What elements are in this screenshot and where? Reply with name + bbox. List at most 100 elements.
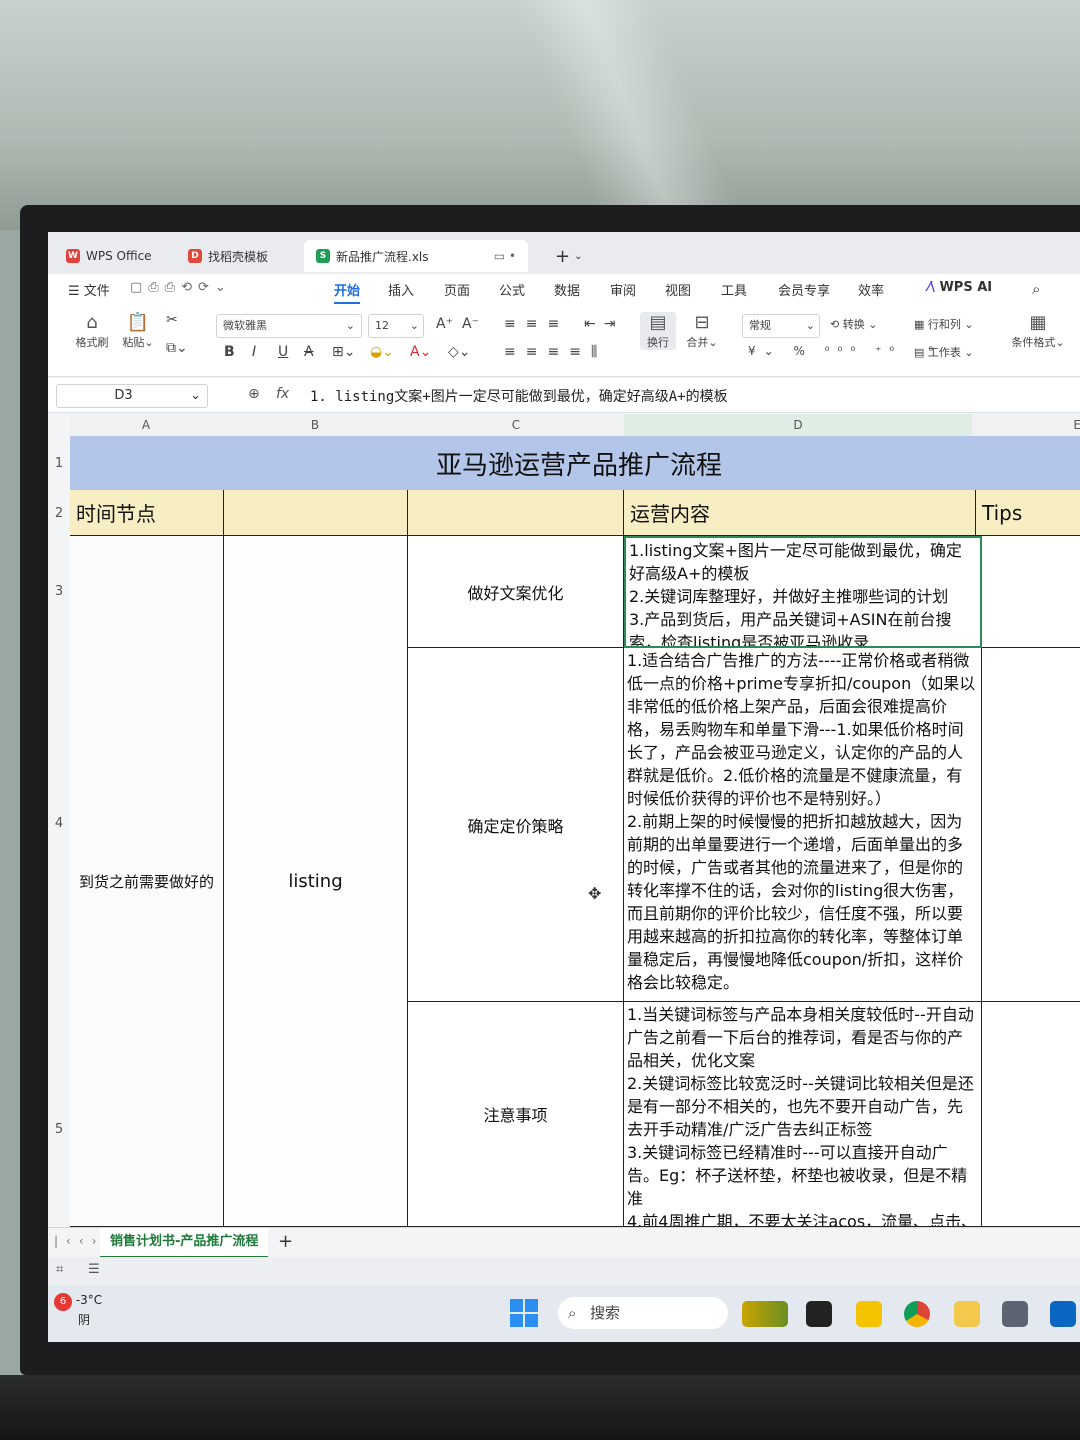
header-cell-c[interactable] — [408, 490, 624, 536]
font-name-select[interactable]: 微软雅黑 ⌄ — [216, 314, 362, 338]
column-header-d[interactable]: D — [624, 414, 973, 438]
menu-wps-ai[interactable]: ⁄\ WPS AI — [928, 280, 992, 295]
tab-spreadsheet[interactable]: S 新品推广流程.xls ▭ • — [304, 240, 528, 272]
column-header-b[interactable]: B — [222, 414, 409, 436]
header-cell-content[interactable]: 运营内容 — [624, 490, 976, 536]
search-icon[interactable]: ⌕ — [1032, 280, 1040, 298]
outline-icon[interactable]: ☰ — [88, 1262, 100, 1277]
row-header-4[interactable]: 4 — [48, 816, 70, 831]
indent-icons[interactable]: ⇤⇥ — [584, 316, 623, 332]
merged-cell-listing[interactable]: listing — [224, 536, 408, 1227]
header-cell-b[interactable] — [224, 490, 408, 536]
column-header-a[interactable]: A — [70, 414, 223, 436]
name-box[interactable]: D3 ⌄ — [56, 384, 208, 408]
number-format-select[interactable]: 常规 ⌄ — [742, 314, 820, 338]
function-icon[interactable]: fx — [276, 386, 289, 402]
border-icon[interactable]: ⊞⌄ — [332, 344, 355, 360]
paste-button[interactable]: 📋 粘贴⌄ — [118, 312, 158, 350]
tab-wps-office[interactable]: W WPS Office — [54, 240, 164, 272]
format-painter-button[interactable]: ⌂ 格式刷 — [72, 312, 112, 350]
cell-e5[interactable] — [982, 1002, 1080, 1227]
menu-home[interactable]: 开始 — [334, 280, 361, 304]
cell-d3-selected[interactable]: 1.listing文案+图片一定尽可能做到最优，确定好高级A+的模板 2.关键词… — [624, 536, 982, 648]
font-grow-icon[interactable]: A⁺ — [436, 316, 453, 332]
copy-icon[interactable]: ⧉⌄ — [166, 340, 188, 356]
outlook-icon[interactable] — [1050, 1301, 1076, 1327]
vertical-align-icons[interactable]: ≡≡≡ — [504, 316, 569, 332]
header-cell-time[interactable]: 时间节点 — [70, 490, 224, 536]
menu-bar: ☰ 文件 ▢⎙⎙⟲⟳⌄ 开始 插入 页面 公式 数据 审阅 视图 工具 会员专享… — [48, 274, 1080, 304]
cell-c4[interactable]: 确定定价策略 — [408, 648, 624, 1002]
menu-tools[interactable]: 工具 — [721, 280, 747, 299]
font-color-icon[interactable]: A⌄ — [410, 344, 431, 360]
column-header-c[interactable]: C — [408, 414, 625, 436]
weather-widget[interactable]: 6 -3°C 阴 — [54, 1293, 102, 1328]
underline-icon[interactable]: U — [278, 344, 288, 360]
italic-icon[interactable]: I — [252, 344, 256, 360]
menu-formula[interactable]: 公式 — [499, 280, 525, 299]
formula-input[interactable]: 1. listing文案+图片一定尽可能做到最优，确定好高级A+的模板 — [310, 386, 728, 406]
desk-surface — [0, 1375, 1080, 1440]
column-header-e[interactable]: E — [972, 414, 1080, 436]
formula-bar: D3 ⌄ ⊕ fx 1. listing文案+图片一定尽可能做到最优，确定好高级A… — [48, 378, 1080, 413]
clear-format-icon[interactable]: ◇⌄ — [448, 344, 471, 360]
sheet-tab-bar: |‹‹››| 销售计划书-产品推广流程 + — [48, 1227, 1080, 1258]
zoom-icon[interactable]: ⊕ — [248, 386, 260, 402]
row-header-5[interactable]: 5 — [48, 1122, 70, 1137]
tab-menu-icon[interactable]: ▭ • — [494, 249, 516, 263]
fill-color-icon[interactable]: ◒⌄ — [370, 344, 394, 360]
strikethrough-icon[interactable]: A — [304, 344, 314, 360]
file-explorer-dark-icon[interactable] — [806, 1301, 832, 1327]
content-line: 1.适合结合广告推广的方法----正常价格或者稍微低一点的价格+prime专享折… — [627, 651, 976, 808]
taskbar-search[interactable]: ⌕ 搜索 — [558, 1297, 728, 1329]
hamburger-icon: ☰ — [68, 284, 84, 299]
menu-page[interactable]: 页面 — [444, 280, 470, 299]
calculator-icon[interactable] — [1002, 1301, 1028, 1327]
sheet-tab-active[interactable]: 销售计划书-产品推广流程 — [100, 1228, 269, 1258]
new-tab-button[interactable]: + ⌄ — [543, 240, 594, 272]
number-format-icons[interactable]: ¥⌄ % ⁰⁰⁰ ⁺⁰ ⁻⁰ — [748, 344, 941, 358]
macro-icon[interactable]: ⌗ — [56, 1262, 63, 1277]
row-header-1[interactable]: 1 — [48, 456, 70, 471]
font-shrink-icon[interactable]: A⁻ — [462, 316, 479, 332]
font-size-select[interactable]: 12 ⌄ — [368, 314, 424, 338]
merge-button[interactable]: ⊟ 合并⌄ — [682, 312, 722, 350]
search-icon: ⌕ — [568, 1304, 577, 1322]
menu-data[interactable]: 数据 — [554, 280, 580, 299]
convert-button[interactable]: ⟲ 转换 ⌄ — [830, 316, 877, 332]
menu-insert[interactable]: 插入 — [388, 280, 414, 299]
widget-icon[interactable] — [742, 1301, 788, 1327]
bold-icon[interactable]: B — [224, 344, 235, 360]
cell-d4[interactable]: 1.适合结合广告推广的方法----正常价格或者稍微低一点的价格+prime专享折… — [624, 648, 982, 1002]
add-sheet-icon[interactable]: + — [278, 1231, 293, 1252]
row-header-3[interactable]: 3 — [48, 584, 70, 599]
cell-e3[interactable] — [982, 536, 1080, 648]
row-header-2[interactable]: 2 — [48, 506, 70, 521]
worksheet-button[interactable]: ▤ 工作表 ⌄ — [914, 344, 974, 360]
header-cell-tips[interactable]: Tips — [976, 490, 1080, 536]
content-line: 3.产品到货后，用产品关键词+ASIN在前台搜索，检查listing是否被亚马逊… — [629, 610, 952, 648]
cell-c3[interactable]: 做好文案优化 — [408, 536, 624, 648]
menu-view[interactable]: 视图 — [665, 280, 691, 299]
folder-icon[interactable] — [954, 1301, 980, 1327]
sticky-notes-icon[interactable] — [856, 1301, 882, 1327]
cell-c5[interactable]: 注意事项 — [408, 1002, 624, 1227]
conditional-format-button[interactable]: ▦ 条件格式⌄ — [1006, 312, 1070, 350]
merged-cell-timing[interactable]: 到货之前需要做好的 — [70, 536, 224, 1227]
menu-review[interactable]: 审阅 — [610, 280, 636, 299]
menu-member[interactable]: 会员专享 — [778, 280, 830, 299]
cut-icon[interactable]: ✂ — [166, 312, 178, 328]
menu-file[interactable]: ☰ 文件 — [68, 280, 110, 299]
chrome-icon[interactable] — [904, 1301, 930, 1327]
row-col-button[interactable]: ▦ 行和列 ⌄ — [914, 316, 974, 332]
wall-background — [0, 0, 1080, 230]
windows-start-icon[interactable] — [510, 1299, 538, 1327]
quick-access-toolbar[interactable]: ▢⎙⎙⟲⟳⌄ — [130, 280, 232, 295]
wrap-text-button[interactable]: ▤ 换行 — [640, 312, 676, 350]
cell-d5[interactable]: 1.当关键词标签与产品本身相关度较低时--开自动广告之前看一下后台的推荐词，看是… — [624, 1002, 982, 1227]
horizontal-align-icons[interactable]: ≡≡≡≡⫼ — [504, 344, 607, 360]
tab-templates[interactable]: D 找稻壳模板 — [176, 240, 280, 272]
sheet-title-cell[interactable]: 亚马逊运营产品推广流程 — [70, 436, 1080, 491]
cell-e4[interactable] — [982, 648, 1080, 1002]
menu-efficiency[interactable]: 效率 — [858, 280, 884, 299]
